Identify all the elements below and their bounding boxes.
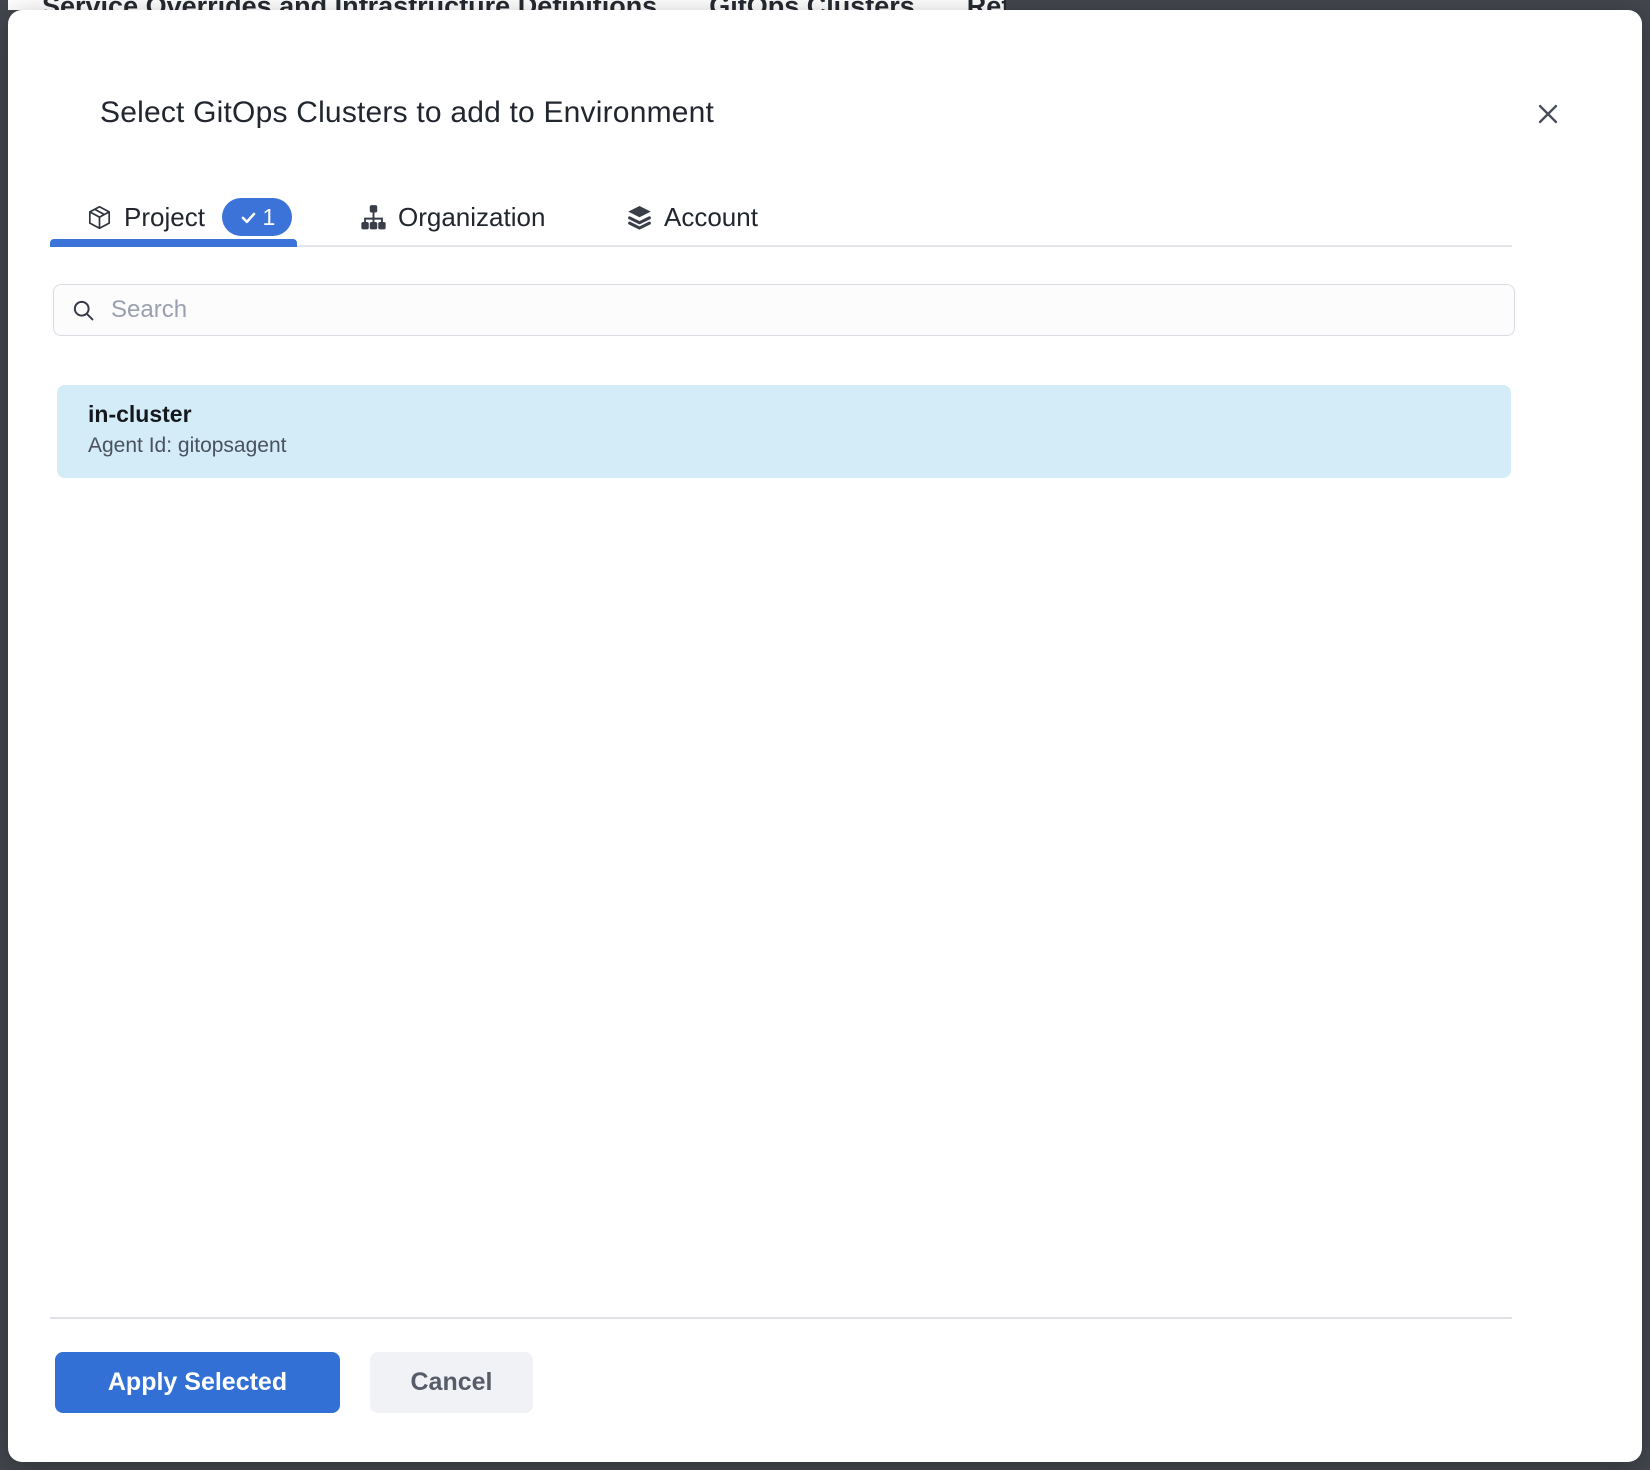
cluster-list-item-in-cluster[interactable]: in-cluster Agent Id: gitopsagent [57, 385, 1511, 478]
org-chart-icon [360, 204, 387, 231]
layers-icon [626, 204, 653, 231]
cluster-name: in-cluster [88, 400, 1511, 430]
tab-project[interactable]: Project 1 [86, 196, 292, 238]
check-icon [239, 208, 258, 227]
background-tab-overrides: Service Overrides and Infrastructure Def… [42, 0, 657, 10]
dialog-title: Select GitOps Clusters to add to Environ… [100, 96, 714, 130]
active-tab-indicator [50, 239, 297, 247]
tab-account[interactable]: Account [626, 196, 758, 238]
selected-count: 1 [263, 204, 276, 231]
search-icon [71, 298, 96, 323]
select-gitops-clusters-dialog: Select GitOps Clusters to add to Environ… [8, 10, 1642, 1462]
footer-divider [50, 1317, 1512, 1319]
scope-tabs: Project 1 [8, 196, 1642, 240]
tab-organization-label: Organization [398, 202, 545, 233]
background-page-tabs: Service Overrides and Infrastructure Def… [8, 0, 1006, 10]
cube-icon [86, 204, 113, 231]
tab-organization[interactable]: Organization [360, 196, 545, 238]
selected-count-badge: 1 [222, 198, 292, 236]
background-tab-referenced-by: Referenced by [967, 0, 1006, 10]
search-box [53, 284, 1515, 336]
close-icon [1534, 100, 1562, 128]
cancel-button[interactable]: Cancel [370, 1352, 533, 1413]
apply-selected-button[interactable]: Apply Selected [55, 1352, 340, 1413]
tab-project-label: Project [124, 202, 205, 233]
tab-account-label: Account [664, 202, 758, 233]
search-input[interactable] [111, 296, 1497, 324]
close-button[interactable] [1532, 98, 1564, 130]
cluster-agent-id: Agent Id: gitopsagent [88, 434, 1511, 458]
background-tab-gitops-clusters: GitOps Clusters [709, 0, 915, 10]
